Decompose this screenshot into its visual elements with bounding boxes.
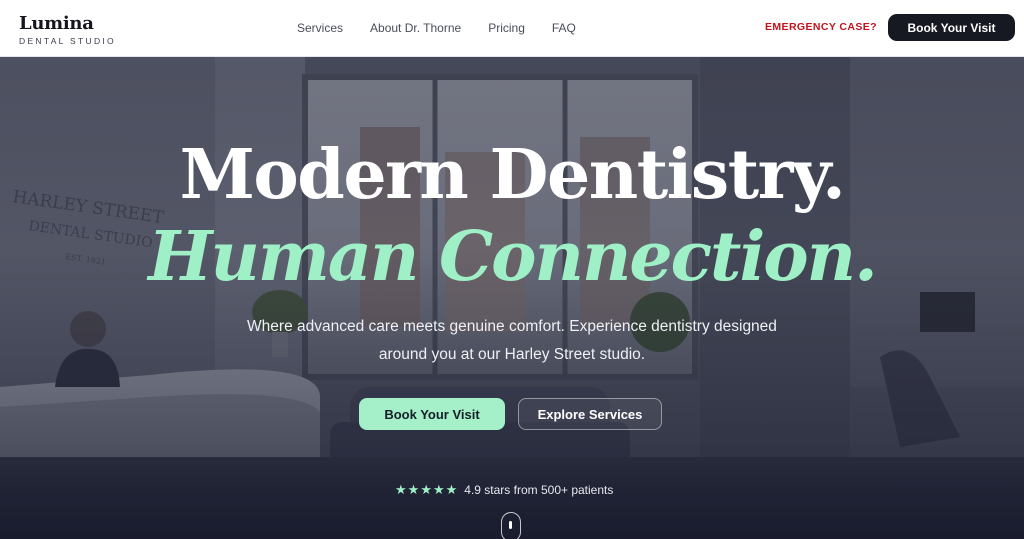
star-icon: ★ bbox=[407, 482, 420, 497]
nav-item-services[interactable]: Services bbox=[297, 20, 343, 36]
rating-text: 4.9 stars from 500+ patients bbox=[464, 483, 614, 497]
hero-section: HARLEY STREET DENTAL STUDIO EST. 1921 Mo… bbox=[0, 57, 1024, 539]
book-visit-button[interactable]: Book Your Visit bbox=[359, 398, 505, 430]
star-icon: ★ bbox=[445, 482, 458, 497]
rating-summary: ★ ★ ★ ★ ★ 4.9 stars from 500+ patients bbox=[395, 483, 614, 498]
main-nav: Services About Dr. Thorne Pricing FAQ bbox=[297, 20, 603, 36]
header-book-button[interactable]: Book Your Visit bbox=[888, 14, 1015, 41]
star-icon: ★ bbox=[420, 482, 432, 497]
nav-item-faq[interactable]: FAQ bbox=[552, 20, 576, 36]
scroll-dot bbox=[509, 521, 512, 529]
brand-logo[interactable]: Lumina DENTAL STUDIO bbox=[19, 13, 116, 47]
scroll-indicator[interactable] bbox=[501, 512, 521, 539]
site-header: Lumina DENTAL STUDIO Services About Dr. … bbox=[0, 0, 1024, 57]
hero-headline: Modern Dentistry. bbox=[179, 135, 846, 215]
brand-subtitle: DENTAL STUDIO bbox=[19, 36, 116, 46]
emergency-link[interactable]: EMERGENCY CASE? bbox=[765, 21, 877, 33]
star-icon: ★ bbox=[432, 482, 445, 497]
brand-name: Lumina bbox=[19, 13, 94, 34]
hero-overlay bbox=[0, 57, 1024, 539]
hero-headline-accent: Human Connection. bbox=[148, 217, 878, 297]
star-rating: ★ ★ ★ ★ ★ bbox=[395, 483, 457, 497]
star-icon: ★ bbox=[395, 482, 407, 497]
explore-services-button[interactable]: Explore Services bbox=[518, 398, 662, 430]
hero-subtitle: Where advanced care meets genuine comfor… bbox=[247, 318, 777, 363]
nav-item-about[interactable]: About Dr. Thorne bbox=[370, 20, 461, 36]
nav-item-pricing[interactable]: Pricing bbox=[488, 20, 525, 36]
